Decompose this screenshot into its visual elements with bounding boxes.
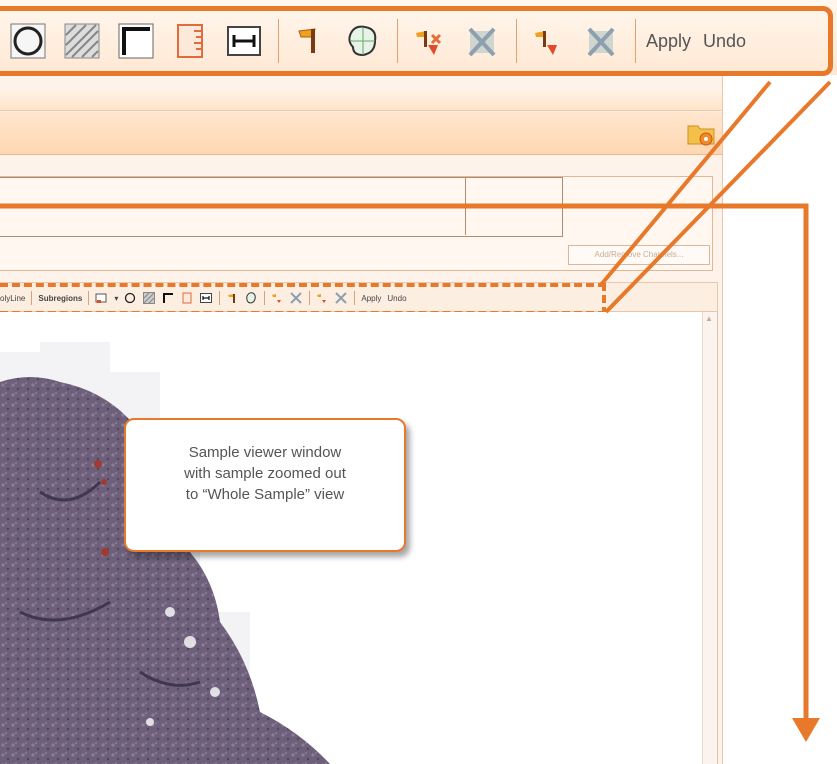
add-flag-icon-small[interactable] (271, 292, 283, 304)
vertical-scrollbar[interactable]: ▲ (702, 312, 717, 764)
hatch-fill-icon-small[interactable] (143, 292, 156, 304)
apply-button[interactable]: Apply (646, 31, 691, 52)
apply-button-small[interactable]: Apply (361, 294, 381, 303)
freehand-region-icon[interactable] (343, 21, 383, 61)
ruler-vertical-icon-small[interactable] (181, 292, 193, 304)
ruler-vertical-icon[interactable] (170, 21, 210, 61)
window-strip (0, 90, 722, 111)
remove-flag-icon-small[interactable] (290, 292, 303, 304)
undo-button[interactable]: Undo (703, 31, 746, 52)
add-flag-icon[interactable] (408, 21, 448, 61)
channels-panel: Add/Remove Channels... (0, 176, 713, 271)
add-remove-channels-button[interactable]: Add/Remove Channels... (568, 245, 710, 265)
callout-line-3: to “Whole Sample” view (185, 486, 345, 503)
channels-list[interactable] (0, 177, 563, 237)
callout-line-2: with sample zoomed out (184, 465, 346, 482)
remove-flag-all-icon-small[interactable] (335, 292, 348, 304)
undo-button-small[interactable]: Undo (387, 294, 406, 303)
add-flag-all-icon[interactable] (527, 21, 567, 61)
arrow-head-icon (792, 718, 820, 742)
flag-icon-small[interactable] (226, 292, 238, 304)
viewer-toolbar: olyLine Subregions ▾ Apply Undo (0, 282, 718, 315)
dropdown-arrow-icon[interactable]: ▾ (114, 294, 118, 303)
snapshot-icon[interactable] (95, 292, 107, 304)
zoomed-toolbar: Apply Undo (0, 0, 837, 76)
remove-flag-all-icon[interactable] (581, 21, 621, 61)
callout-box: Sample viewer window with sample zoomed … (124, 418, 406, 552)
remove-flag-icon[interactable] (462, 21, 502, 61)
freehand-region-icon-small[interactable] (245, 292, 257, 304)
callout-line-1: Sample viewer window (188, 444, 342, 461)
flag-icon[interactable] (289, 21, 329, 61)
window-header (0, 112, 722, 155)
measure-width-icon-small[interactable] (200, 292, 213, 304)
corner-crop-icon[interactable] (116, 21, 156, 61)
circle-region-icon-small[interactable] (124, 292, 136, 304)
add-flag-all-icon-small[interactable] (316, 292, 328, 304)
measure-width-icon[interactable] (224, 21, 264, 61)
subregions-tool[interactable]: Subregions (38, 294, 82, 303)
corner-crop-icon-small[interactable] (162, 292, 174, 304)
scroll-up-icon[interactable]: ▲ (705, 314, 714, 323)
circle-region-icon[interactable] (8, 21, 48, 61)
polyline-tool[interactable]: olyLine (0, 294, 25, 303)
folder-settings-icon[interactable] (686, 118, 716, 148)
hatch-fill-icon[interactable] (62, 21, 102, 61)
